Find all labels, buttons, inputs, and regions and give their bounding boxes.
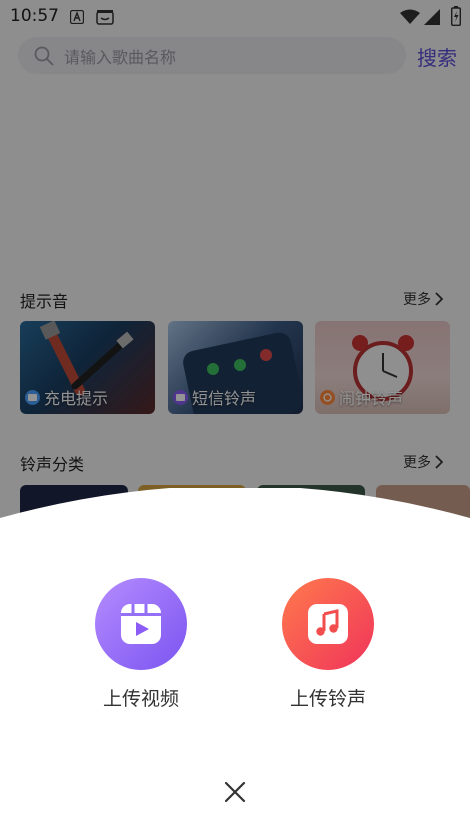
- app-screen: 10:57 请输入歌曲名称 搜索 提示音 更多 充电提示 短信铃声 闹钟铃声 铃…: [0, 0, 470, 835]
- close-icon: [224, 781, 246, 803]
- upload-ringtone-circle: [282, 578, 374, 670]
- close-button[interactable]: [220, 777, 250, 807]
- upload-ringtone-label: 上传铃声: [289, 688, 366, 710]
- upload-ringtone-button[interactable]: 上传铃声: [258, 578, 398, 711]
- music-note-icon: [308, 604, 348, 644]
- upload-video-button[interactable]: 上传视频: [71, 578, 211, 711]
- upload-video-circle: [95, 578, 187, 670]
- video-play-icon: [121, 604, 161, 644]
- upload-video-label: 上传视频: [102, 688, 179, 710]
